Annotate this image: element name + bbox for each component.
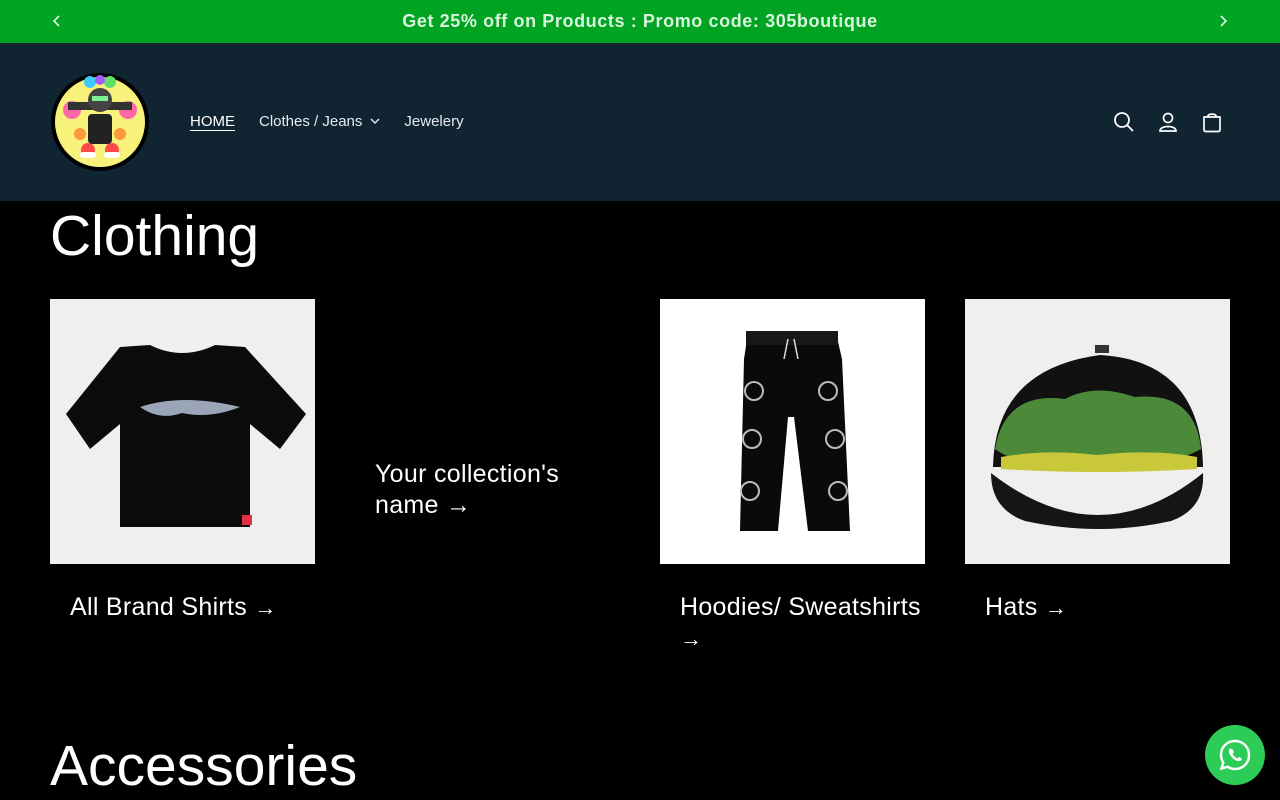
chevron-left-icon	[52, 15, 60, 27]
cap-image	[965, 299, 1230, 564]
account-icon	[1159, 112, 1177, 132]
search-button[interactable]	[1111, 109, 1137, 135]
collection-label: All Brand Shirts →	[50, 592, 315, 623]
logo-icon	[51, 73, 149, 171]
nav-item-label: Clothes / Jeans	[259, 113, 363, 130]
cart-button[interactable]	[1199, 109, 1225, 135]
sweatpants-image	[660, 299, 925, 564]
arrow-right-icon: →	[680, 626, 703, 651]
collection-image-hats	[965, 299, 1230, 564]
arrow-right-icon: →	[1044, 595, 1068, 620]
announcement-prev-button[interactable]	[46, 10, 68, 32]
nav-item-clothes-jeans[interactable]: Clothes / Jeans	[259, 113, 380, 130]
arrow-right-icon: →	[254, 595, 277, 620]
whatsapp-chat-button[interactable]	[1205, 725, 1265, 785]
collection-image-hoodies	[660, 299, 925, 564]
announcement-bar: Get 25% off on Products : Promo code: 30…	[0, 0, 1280, 43]
store-logo[interactable]	[50, 72, 150, 172]
nav-item-label: HOME	[190, 113, 235, 130]
collection-card-shirts[interactable]: All Brand Shirts →	[50, 299, 315, 623]
collection-title: Hoodies/ Sweatshirts	[680, 593, 921, 621]
chevron-right-icon	[1220, 15, 1228, 27]
collection-title: Hats	[985, 593, 1038, 621]
nav-item-home[interactable]: HOME	[190, 113, 235, 130]
announcement-text: Get 25% off on Products : Promo code: 30…	[402, 11, 878, 31]
tshirt-image	[50, 299, 315, 564]
chevron-down-icon	[370, 118, 380, 124]
account-button[interactable]	[1155, 109, 1181, 135]
arrow-right-icon: →	[446, 491, 472, 519]
collection-card-placeholder[interactable]: Your collection's name →	[375, 459, 615, 521]
collection-title: All Brand Shirts	[70, 593, 248, 621]
announcement-next-button[interactable]	[1212, 10, 1234, 32]
nav-item-jewelery[interactable]: Jewelery	[404, 113, 463, 130]
main-nav: HOME Clothes / Jeans Jewelery	[190, 113, 488, 130]
search-icon	[1114, 112, 1134, 132]
collection-card-hoodies[interactable]: Hoodies/ Sweatshirts →	[660, 299, 925, 654]
section-title-accessories: Accessories	[50, 734, 358, 798]
section-title-clothing: Clothing	[50, 204, 260, 268]
collection-label: Hats →	[965, 592, 1230, 623]
nav-item-label: Jewelery	[404, 113, 464, 130]
cart-icon	[1203, 113, 1221, 133]
whatsapp-icon	[1219, 739, 1251, 771]
site-header: HOME Clothes / Jeans Jewelery	[0, 43, 1280, 201]
collection-label: Hoodies/ Sweatshirts →	[660, 592, 925, 654]
collection-card-hats[interactable]: Hats →	[965, 299, 1230, 623]
collection-image-shirts	[50, 299, 315, 564]
